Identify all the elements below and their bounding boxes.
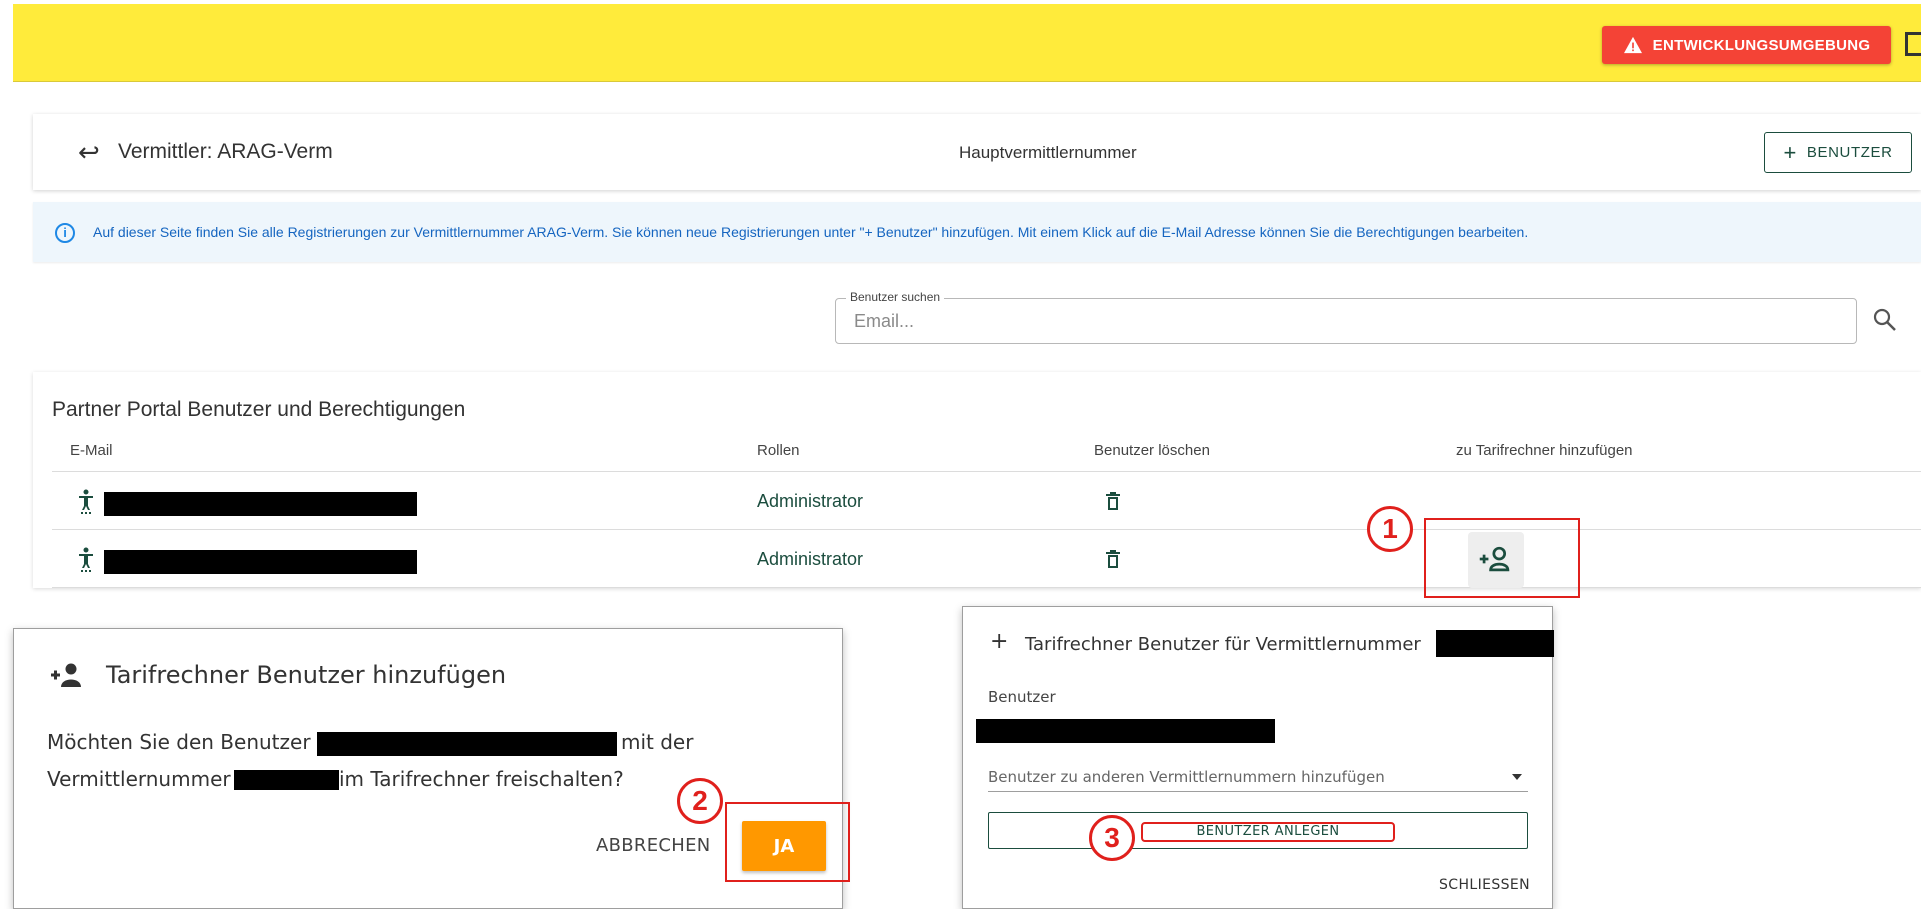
column-header-delete: Benutzer löschen [1094, 442, 1210, 459]
info-text: Auf dieser Seite finden Sie alle Registr… [93, 224, 1529, 240]
logout-icon[interactable] [1905, 32, 1921, 56]
dialog-title: Tarifrechner Benutzer für Vermittlernumm… [1025, 634, 1421, 655]
redacted-email[interactable] [104, 492, 417, 516]
user-label: Benutzer [988, 688, 1056, 706]
table-title: Partner Portal Benutzer und Berechtigung… [52, 398, 466, 421]
dialog-text-part2: mit der [621, 730, 694, 754]
search-input[interactable] [852, 309, 1832, 333]
environment-badge-label: ENTWICKLUNGSUMGEBUNG [1652, 36, 1871, 54]
dialog-text-part3: Vermittlernummer [47, 767, 231, 791]
plus-icon: + [1783, 139, 1797, 165]
close-button[interactable]: SCHLIESSEN [1439, 877, 1530, 893]
annotation-marker-3: 3 [1089, 815, 1135, 861]
table-row: Administrator [52, 472, 1921, 530]
info-banner: i Auf dieser Seite finden Sie alle Regis… [33, 202, 1921, 262]
person-icon [79, 489, 93, 514]
confirm-add-dialog: Tarifrechner Benutzer hinzufügen Möchten… [13, 628, 843, 909]
person-icon [79, 547, 93, 572]
page-title: Vermittler: ARAG-Verm [118, 140, 333, 163]
create-user-button[interactable]: BENUTZER ANLEGEN [988, 812, 1528, 849]
chevron-down-icon [1512, 774, 1522, 780]
broker-number-select[interactable]: Benutzer zu anderen Vermittlernummern hi… [988, 762, 1528, 792]
dialog-title: Tarifrechner Benutzer hinzufügen [106, 661, 507, 689]
redacted-email[interactable] [104, 550, 417, 574]
annotation-marker-2: 2 [677, 778, 723, 824]
trash-icon[interactable] [1105, 550, 1121, 568]
redacted-broker-number [1436, 630, 1554, 657]
trash-icon[interactable] [1105, 492, 1121, 510]
column-header-email: E-Mail [70, 442, 113, 459]
annotation-highlight-2 [725, 802, 850, 882]
select-placeholder: Benutzer zu anderen Vermittlernummern hi… [988, 768, 1385, 786]
column-header-roles: Rollen [757, 442, 800, 459]
role-link[interactable]: Administrator [757, 549, 863, 570]
role-link[interactable]: Administrator [757, 491, 863, 512]
plus-icon: + [990, 629, 1009, 654]
back-arrow-icon[interactable]: ↩ [78, 139, 100, 165]
cancel-button[interactable]: ABBRECHEN [596, 835, 711, 856]
annotation-marker-1: 1 [1367, 506, 1413, 552]
dialog-text-part4: im Tarifrechner freischalten? [339, 767, 624, 791]
search-label: Benutzer suchen [846, 290, 945, 304]
create-user-button-label: BENUTZER ANLEGEN [1141, 822, 1395, 842]
column-header-add-to-calculator: zu Tarifrechner hinzufügen [1456, 442, 1633, 459]
add-user-button-label: BENUTZER [1806, 144, 1893, 161]
redacted-user [976, 719, 1275, 743]
redacted-broker-number [234, 770, 339, 790]
table-row: Administrator [52, 530, 1921, 588]
environment-badge: ENTWICKLUNGSUMGEBUNG [1602, 26, 1891, 64]
annotation-highlight-1 [1424, 518, 1580, 598]
person-add-icon [51, 663, 81, 687]
warning-icon [1623, 36, 1642, 54]
search-field: Benutzer suchen [835, 290, 1857, 344]
search-icon[interactable] [1872, 307, 1898, 333]
info-icon: i [55, 223, 75, 243]
main-broker-number-label: Hauptvermittlernummer [959, 143, 1137, 162]
dialog-text-part1: Möchten Sie den Benutzer [47, 730, 311, 754]
add-user-button[interactable]: + BENUTZER [1764, 132, 1912, 173]
header-card: ↩ Vermittler: ARAG-Verm Hauptvermittlern… [33, 114, 1921, 190]
users-table-card: Partner Portal Benutzer und Berechtigung… [33, 372, 1921, 588]
create-calculator-user-dialog: + Tarifrechner Benutzer für Vermittlernu… [962, 606, 1554, 909]
table-header: E-Mail Rollen Benutzer löschen zu Tarifr… [52, 428, 1921, 472]
redacted-user [317, 732, 617, 756]
